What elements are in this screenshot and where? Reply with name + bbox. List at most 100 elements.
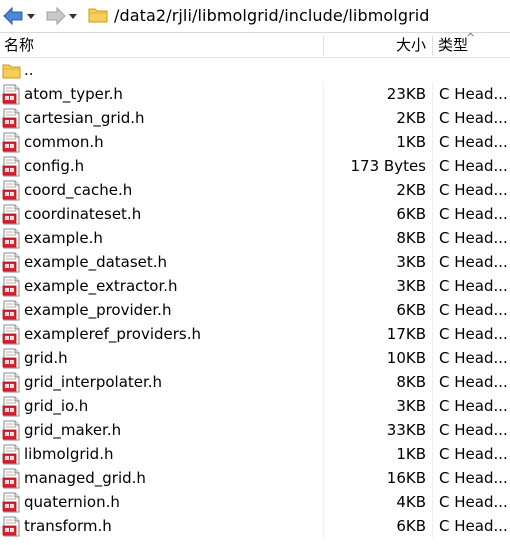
file-size: 2KB bbox=[396, 109, 426, 127]
list-item[interactable]: example_provider.h 6KB C Head... bbox=[0, 298, 510, 322]
file-size: 6KB bbox=[396, 205, 426, 223]
file-size: 10KB bbox=[386, 349, 426, 367]
chevron-down-icon bbox=[27, 14, 35, 19]
forward-button[interactable] bbox=[45, 5, 67, 27]
file-type: C Head... bbox=[439, 493, 508, 511]
column-divider bbox=[323, 298, 324, 322]
file-size: 8KB bbox=[396, 373, 426, 391]
list-item[interactable]: example_extractor.h 3KB C Head... bbox=[0, 274, 510, 298]
list-item[interactable]: example.h 8KB C Head... bbox=[0, 226, 510, 250]
c-header-file-icon bbox=[2, 300, 20, 321]
list-item[interactable]: coord_cache.h 2KB C Head... bbox=[0, 178, 510, 202]
list-item-parent[interactable]: .. bbox=[0, 58, 510, 82]
file-size: 1KB bbox=[396, 445, 426, 463]
back-button[interactable] bbox=[2, 5, 24, 27]
file-type: C Head... bbox=[439, 277, 508, 295]
file-size: 33KB bbox=[386, 421, 426, 439]
address-path[interactable]: /data2/rjli/libmolgrid/include/libmolgri… bbox=[114, 5, 430, 27]
c-header-file-icon bbox=[2, 132, 20, 153]
c-header-file-icon bbox=[2, 516, 20, 537]
file-name: grid.h bbox=[24, 349, 68, 367]
column-divider bbox=[432, 130, 433, 154]
back-history-dropdown[interactable] bbox=[26, 5, 38, 27]
list-item[interactable]: transform.h 6KB C Head... bbox=[0, 514, 510, 538]
file-name: cartesian_grid.h bbox=[24, 109, 145, 127]
column-divider bbox=[432, 250, 433, 274]
c-header-file-icon bbox=[2, 348, 20, 369]
column-divider[interactable] bbox=[432, 36, 433, 56]
list-item[interactable]: atom_typer.h 23KB C Head... bbox=[0, 82, 510, 106]
file-type: C Head... bbox=[439, 85, 508, 103]
address-bar: /data2/rjli/libmolgrid/include/libmolgri… bbox=[0, 0, 510, 33]
list-item[interactable]: common.h 1KB C Head... bbox=[0, 130, 510, 154]
column-divider bbox=[323, 442, 324, 466]
column-divider bbox=[432, 466, 433, 490]
file-name: example_extractor.h bbox=[24, 277, 178, 295]
forward-history-dropdown[interactable] bbox=[68, 5, 80, 27]
list-item[interactable]: quaternion.h 4KB C Head... bbox=[0, 490, 510, 514]
column-header: 名称 大小 类型 ^ bbox=[0, 31, 510, 58]
file-size: 3KB bbox=[396, 397, 426, 415]
c-header-file-icon bbox=[2, 396, 20, 417]
file-size: 17KB bbox=[386, 325, 426, 343]
list-item[interactable]: grid_io.h 3KB C Head... bbox=[0, 394, 510, 418]
forward-arrow-icon bbox=[46, 6, 66, 26]
column-divider bbox=[323, 466, 324, 490]
column-divider bbox=[323, 346, 324, 370]
file-size: 2KB bbox=[396, 181, 426, 199]
parent-dir-label: .. bbox=[24, 61, 34, 79]
c-header-file-icon bbox=[2, 276, 20, 297]
column-divider bbox=[432, 202, 433, 226]
file-type: C Head... bbox=[439, 421, 508, 439]
file-name: example.h bbox=[24, 229, 103, 247]
c-header-file-icon bbox=[2, 252, 20, 273]
file-name: common.h bbox=[24, 133, 104, 151]
list-item[interactable]: coordinateset.h 6KB C Head... bbox=[0, 202, 510, 226]
file-type: C Head... bbox=[439, 469, 508, 487]
file-size: 3KB bbox=[396, 277, 426, 295]
column-divider bbox=[323, 130, 324, 154]
column-divider bbox=[432, 298, 433, 322]
file-name: coord_cache.h bbox=[24, 181, 133, 199]
column-name-header[interactable]: 名称 bbox=[4, 33, 34, 57]
file-name: quaternion.h bbox=[24, 493, 120, 511]
column-divider bbox=[432, 178, 433, 202]
list-item[interactable]: cartesian_grid.h 2KB C Head... bbox=[0, 106, 510, 130]
column-divider bbox=[432, 154, 433, 178]
list-item[interactable]: libmolgrid.h 1KB C Head... bbox=[0, 442, 510, 466]
column-divider bbox=[323, 274, 324, 298]
file-type: C Head... bbox=[439, 349, 508, 367]
column-divider[interactable] bbox=[323, 36, 324, 56]
file-type: C Head... bbox=[439, 325, 508, 343]
file-size: 6KB bbox=[396, 301, 426, 319]
column-divider bbox=[432, 322, 433, 346]
file-type: C Head... bbox=[439, 181, 508, 199]
column-divider bbox=[323, 322, 324, 346]
c-header-file-icon bbox=[2, 204, 20, 225]
column-type-header[interactable]: 类型 bbox=[438, 33, 468, 57]
column-divider bbox=[432, 274, 433, 298]
list-item[interactable]: exampleref_providers.h 17KB C Head... bbox=[0, 322, 510, 346]
column-divider bbox=[432, 226, 433, 250]
file-size: 1KB bbox=[396, 133, 426, 151]
folder-icon bbox=[2, 64, 21, 79]
column-divider bbox=[432, 370, 433, 394]
column-divider bbox=[432, 418, 433, 442]
c-header-file-icon bbox=[2, 108, 20, 129]
column-divider bbox=[323, 250, 324, 274]
list-item[interactable]: grid_interpolater.h 8KB C Head... bbox=[0, 370, 510, 394]
list-item[interactable]: grid.h 10KB C Head... bbox=[0, 346, 510, 370]
list-item[interactable]: grid_maker.h 33KB C Head... bbox=[0, 418, 510, 442]
column-divider bbox=[323, 82, 324, 106]
list-item[interactable]: example_dataset.h 3KB C Head... bbox=[0, 250, 510, 274]
column-size-header[interactable]: 大小 bbox=[396, 33, 426, 57]
c-header-file-icon bbox=[2, 156, 20, 177]
file-size: 6KB bbox=[396, 517, 426, 535]
file-name: grid_io.h bbox=[24, 397, 89, 415]
c-header-file-icon bbox=[2, 84, 20, 105]
list-item[interactable]: managed_grid.h 16KB C Head... bbox=[0, 466, 510, 490]
list-item[interactable]: config.h 173 Bytes C Head... bbox=[0, 154, 510, 178]
back-arrow-icon bbox=[3, 6, 23, 26]
c-header-file-icon bbox=[2, 492, 20, 513]
file-name: atom_typer.h bbox=[24, 85, 123, 103]
